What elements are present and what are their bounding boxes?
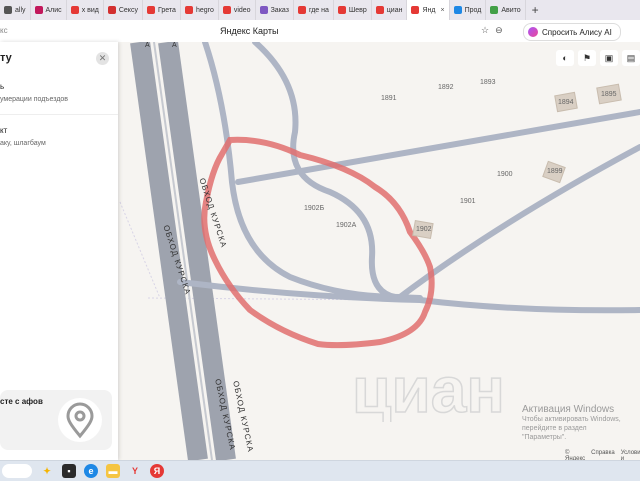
k-icon	[34, 6, 43, 14]
yandex-browser-icon[interactable]: Y	[128, 464, 142, 478]
yandex-icon	[375, 6, 384, 14]
browser-tab[interactable]: Прод	[450, 0, 487, 20]
tab-label: циан	[386, 6, 403, 14]
windows-taskbar: ✦ ▪ e ▬ Y Я	[0, 460, 640, 481]
app-icon	[453, 6, 462, 14]
road-letter: А	[145, 42, 150, 49]
taskbar-search[interactable]	[2, 464, 32, 478]
browser-tab[interactable]: Заказ	[256, 0, 294, 20]
browser-tab[interactable]: х вид	[67, 0, 104, 20]
house-number: 1902	[416, 226, 432, 233]
address-text[interactable]: кс	[0, 26, 8, 35]
windows-activation-notice: Активация Windows Чтобы активировать Win…	[522, 404, 640, 442]
browser-tab[interactable]: Авито	[486, 0, 526, 20]
tab-label: Прод	[464, 6, 482, 14]
close-icon[interactable]: ✕	[96, 52, 109, 65]
tab-label: где на	[308, 6, 329, 14]
panel-title: ту	[0, 52, 12, 64]
tab-label: Сексу	[118, 6, 138, 14]
divider	[0, 114, 118, 115]
promo-text: сте с афов	[0, 397, 43, 406]
file-explorer-icon[interactable]: ▬	[106, 464, 120, 478]
tab-label: video	[233, 6, 251, 14]
app-icon	[4, 6, 12, 14]
tab-label: Грета	[157, 6, 176, 14]
panel-item-sub: умерации подъездов	[0, 96, 69, 103]
yandex-icon	[70, 6, 79, 14]
browser-tab[interactable]: Алис	[31, 0, 67, 20]
house-number: 1899	[547, 168, 563, 175]
traffic-icon[interactable]: ⚑	[578, 50, 596, 66]
video-icon	[222, 6, 231, 14]
browser-tab[interactable]: hegro	[181, 0, 219, 20]
task-view-icon[interactable]: ▪	[62, 464, 76, 478]
browser-tab[interactable]: ally	[0, 0, 31, 20]
browser-tab[interactable]: Шевр	[334, 0, 372, 20]
address-bar: кс Яндекс Карты ☆ ⊖ Спросить Алису AI	[0, 20, 640, 43]
house-number: 1901	[460, 198, 476, 205]
panel-item-title[interactable]: ь	[0, 82, 4, 91]
alisa-icon	[528, 27, 538, 37]
tab-label: Авито	[501, 6, 521, 14]
share-icon[interactable]: ⊖	[495, 25, 503, 36]
road	[252, 42, 423, 301]
ask-alisa-label: Спросить Алису AI	[542, 27, 612, 37]
panel-item-title[interactable]: кт	[0, 126, 7, 135]
house-number: 1891	[381, 95, 397, 102]
activation-title: Активация Windows	[522, 404, 615, 415]
tab-label: hegro	[195, 6, 214, 14]
browser-tab[interactable]: video	[219, 0, 256, 20]
tab-label: Шевр	[348, 6, 367, 14]
page-title: Яндекс Карты	[220, 26, 279, 36]
panel-item-sub: аку, шлагбаум	[0, 140, 46, 147]
bus-icon[interactable]: ▤	[622, 50, 640, 66]
house-number: 1900	[497, 171, 513, 178]
browser-tab[interactable]: циан	[372, 0, 408, 20]
map-pin-icon	[58, 398, 102, 442]
house-number: 1902Б	[304, 205, 325, 212]
tab-label: Заказ	[270, 6, 289, 14]
bookmark-icon[interactable]: ☆	[481, 25, 489, 36]
tab-label: Янд	[422, 6, 436, 14]
bookmark-icon	[337, 6, 346, 14]
new-tab-icon[interactable]: +	[526, 3, 545, 17]
house-number: 1892	[438, 84, 454, 91]
tab-label: х вид	[81, 6, 99, 14]
sparkle-icon[interactable]: ✦	[40, 464, 54, 478]
browser-tab[interactable]: где на	[294, 0, 334, 20]
video-icon	[146, 6, 155, 14]
yandex-icon	[184, 6, 193, 14]
avito-icon	[490, 6, 499, 14]
road-letter: А	[172, 42, 177, 49]
browser-tab-bar: ally Алис х вид Сексу Грета hegro video Заказ гд…	[0, 0, 640, 20]
promo-card[interactable]: сте с афов	[0, 390, 112, 450]
yandex-icon	[297, 6, 306, 14]
x-icon	[107, 6, 116, 14]
browser-tab[interactable]: Сексу	[104, 0, 143, 20]
house-number: 1895	[601, 91, 617, 98]
camera-icon[interactable]: ▣	[600, 50, 618, 66]
ask-alisa-button[interactable]: Спросить Алису AI	[523, 23, 621, 41]
activation-line1: Чтобы активировать Windows, перейдите в …	[522, 416, 621, 432]
browser-tab[interactable]: Грета	[143, 0, 181, 20]
close-tab-icon[interactable]: ×	[441, 7, 445, 14]
left-panel: ту ✕ ь умерации подъездов кт аку, шлагба…	[0, 42, 118, 460]
map-pin-icon	[411, 6, 420, 14]
road	[397, 144, 640, 300]
app-icon	[259, 6, 268, 14]
map-controls: ◐ ⚑ ▣ ▤	[556, 50, 640, 66]
activation-line2: "Параметры".	[522, 434, 567, 441]
tab-label: Алис	[45, 6, 62, 14]
house-number: 1902А	[336, 222, 357, 229]
svg-text:циан: циан	[352, 354, 505, 422]
layers-icon[interactable]: ◐	[556, 50, 574, 66]
house-number: 1893	[480, 79, 496, 86]
address-actions: ☆ ⊖	[481, 25, 503, 36]
tab-label: ally	[15, 6, 26, 14]
browser-tab[interactable]: Янд ×	[407, 0, 450, 20]
edge-icon[interactable]: e	[84, 464, 98, 478]
yandex-icon[interactable]: Я	[150, 464, 164, 478]
boundary-line	[119, 201, 161, 299]
house-number: 1894	[558, 99, 574, 106]
